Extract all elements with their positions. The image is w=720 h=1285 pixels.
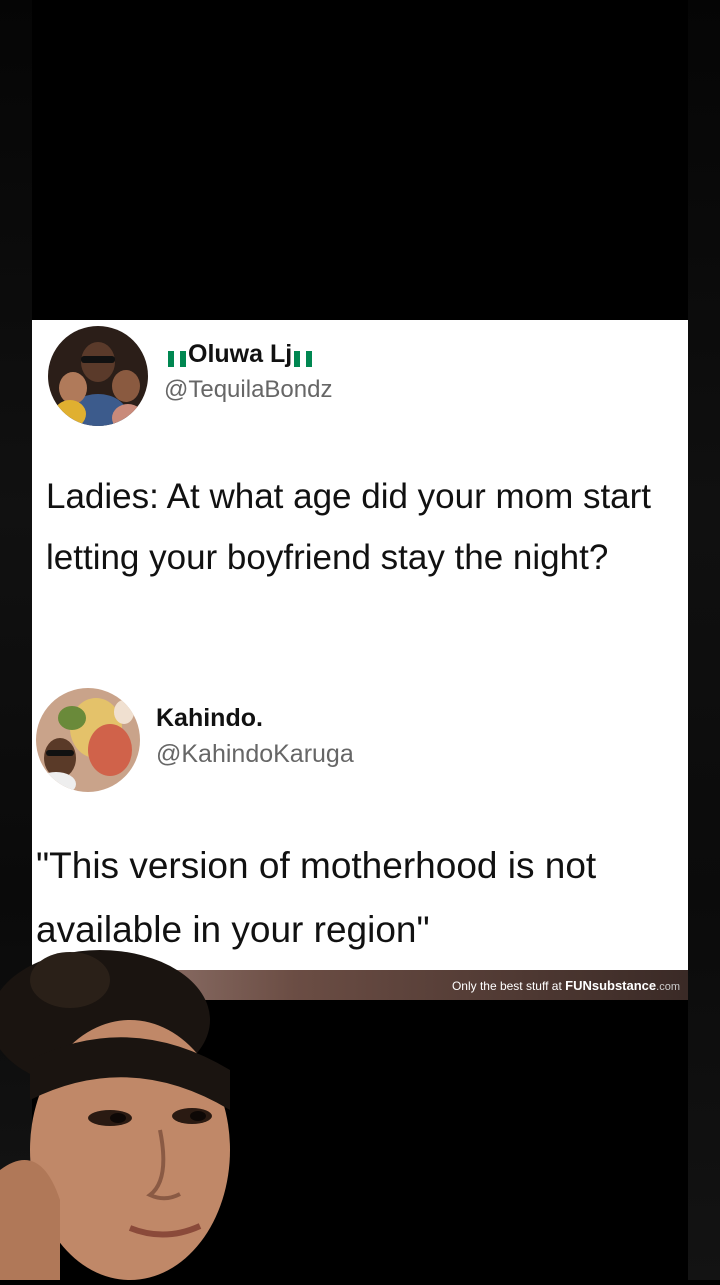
background-blur-right: [688, 0, 720, 1280]
watermark-brand-bold: FUN: [565, 978, 592, 993]
reaction-selfie-image: [0, 950, 260, 1280]
tweet-screenshot-card: Oluwa Lj @TequilaBondz Ladies: At what a…: [32, 320, 688, 970]
nigeria-flag-icon: [294, 345, 313, 368]
tweet-author-avatar[interactable]: [48, 326, 148, 426]
tweet-author-name[interactable]: Oluwa Lj: [166, 340, 314, 369]
watermark-domain: .com: [656, 981, 680, 993]
tweet-author-name-text: Oluwa Lj: [188, 340, 293, 368]
watermark-prefix: Only the best stuff at: [451, 979, 562, 993]
tweet-text: Ladies: At what age did your mom start l…: [46, 477, 652, 577]
watermark-footer-text: Only the best stuff at FUNsubstance.com: [452, 978, 680, 993]
reply-text: "This version of motherhood is not avail…: [36, 845, 597, 950]
reply-author-name[interactable]: Kahindo.: [156, 704, 263, 733]
reply-author-handle[interactable]: @KahindoKaruga: [156, 740, 354, 769]
tweet-author-handle[interactable]: @TequilaBondz: [164, 376, 332, 404]
watermark-brand-rest: substance: [591, 978, 657, 993]
reply-author-avatar[interactable]: [36, 688, 140, 792]
nigeria-flag-icon: [168, 345, 186, 368]
